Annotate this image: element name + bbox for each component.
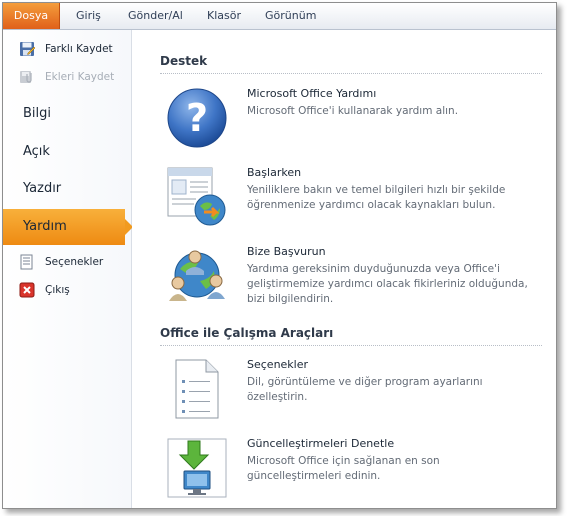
svg-text:?: ? — [186, 96, 208, 140]
exit-label: Çıkış — [45, 284, 70, 296]
check-updates-icon — [167, 438, 227, 498]
tab-home[interactable]: Giriş — [76, 3, 101, 29]
options-item-title: Seçenekler — [247, 358, 309, 371]
support-section-title: Destek — [160, 54, 208, 68]
backstage-nav: Farklı Kaydet Ekleri Kaydet Bilgi Açık Y… — [3, 30, 133, 508]
save-as-label: Farklı Kaydet — [45, 43, 113, 55]
getting-started-icon — [167, 167, 226, 226]
save-as-icon — [20, 42, 35, 56]
nav-tab-print[interactable]: Yazdır — [3, 171, 131, 207]
tab-folder[interactable]: Klasör — [207, 3, 241, 29]
help-icon: ? — [167, 88, 227, 148]
tools-section-title: Office ile Çalışma Araçları — [160, 326, 334, 340]
contact-us-item[interactable]: Bize Başvurun Yardıma gereksinim duyduğu… — [160, 245, 550, 307]
contact-us-title: Bize Başvurun — [247, 245, 326, 258]
support-divider — [160, 73, 542, 74]
check-updates-desc: Microsoft Office için sağlanan en son gü… — [247, 455, 440, 482]
options-item[interactable]: Seçenekler Dil, görüntüleme ve diğer pro… — [160, 358, 550, 420]
exit-icon — [19, 282, 35, 298]
options-document-icon — [175, 359, 219, 419]
save-attachments-icon — [20, 71, 32, 83]
options-label: Seçenekler — [45, 256, 104, 268]
ribbon-tab-bar: Dosya Giriş Gönder/Al Klasör Görünüm — [3, 3, 556, 30]
getting-started-title: Başlarken — [247, 166, 302, 179]
getting-started-desc: Yeniliklere bakın ve temel bilgileri hız… — [247, 184, 506, 211]
office-help-title: Microsoft Office Yardımı — [247, 87, 377, 100]
tab-send-receive[interactable]: Gönder/Al — [128, 3, 183, 29]
save-attachments-label: Ekleri Kaydet — [45, 71, 115, 83]
check-updates-title: Güncelleştirmeleri Denetle — [247, 437, 395, 450]
nav-tab-open[interactable]: Açık — [3, 134, 131, 170]
office-help-item[interactable]: ? Microsoft Office Yardımı Microsoft Off… — [160, 87, 550, 149]
check-updates-item[interactable]: Güncelleştirmeleri Denetle Microsoft Off… — [160, 437, 550, 499]
options-item-desc: Dil, görüntüleme ve diğer program ayarla… — [247, 376, 483, 403]
tab-file[interactable]: Dosya — [3, 3, 60, 29]
backstage-window: Dosya Giriş Gönder/Al Klasör Görünüm Far… — [2, 2, 557, 509]
nav-tab-help[interactable]: Yardım — [3, 209, 133, 245]
office-help-desc: Microsoft Office'i kullanarak yardım alı… — [247, 105, 459, 117]
tab-view[interactable]: Görünüm — [265, 3, 316, 29]
getting-started-item[interactable]: Başlarken Yeniliklere bakın ve temel bil… — [160, 166, 550, 228]
contact-us-icon — [169, 250, 225, 301]
contact-us-desc: Yardıma gereksinim duyduğunuzda veya Off… — [247, 263, 528, 305]
nav-tab-info[interactable]: Bilgi — [3, 96, 131, 132]
tools-divider — [160, 345, 542, 346]
options-icon — [20, 254, 33, 270]
help-pane: Destek ? Microsoft Office Yardımı Micros… — [132, 30, 556, 508]
